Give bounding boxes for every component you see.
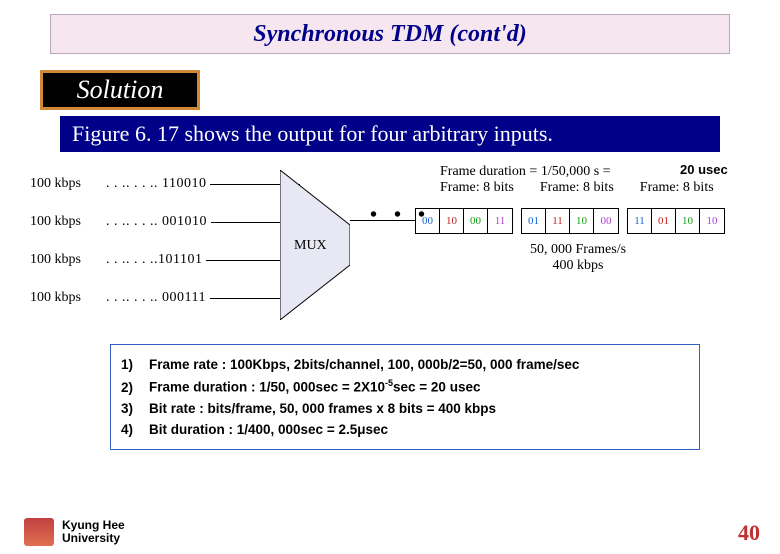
calc-num-3: 3) (121, 401, 149, 416)
calc-text-3: Bit rate : bits/frame, 50, 000 frames x … (149, 401, 496, 416)
f3c3: 10 (676, 209, 700, 233)
f1c4: 11 (488, 209, 512, 233)
footer-text: Kyung Hee University (62, 519, 125, 545)
footer-line-2: University (62, 532, 125, 545)
calc-row-3: 3) Bit rate : bits/frame, 50, 000 frames… (121, 401, 689, 416)
title-text: Synchronous TDM (cont'd) (253, 21, 526, 48)
input-bits-3: . . .. . . ..101101 (106, 252, 202, 268)
tdm-diagram: 100 kbps . . .. . . .. 110010 100 kbps .… (30, 160, 750, 340)
f2c2: 11 (546, 209, 570, 233)
slide-title: Synchronous TDM (cont'd) (50, 14, 730, 54)
input-line-3: 100 kbps . . .. . . ..101101 (30, 252, 296, 268)
f1c3: 00 (464, 209, 488, 233)
output-rate: 50, 000 Frames/s 400 kbps (530, 242, 626, 274)
calc-row-2: 2) Frame duration : 1/50, 000sec = 2X10-… (121, 378, 689, 395)
input-bits-2: . . .. . . .. 001010 (106, 214, 207, 230)
calc-text-1: Frame rate : 100Kbps, 2bits/channel, 100… (149, 357, 579, 372)
frame-bits-1: Frame: 8 bits (440, 180, 514, 196)
f2c1: 01 (522, 209, 546, 233)
calc-num-4: 4) (121, 422, 149, 437)
figure-caption-bar: Figure 6. 17 shows the output for four a… (60, 116, 720, 152)
calc-sup-2: -5 (385, 378, 393, 388)
page-number: 40 (738, 520, 760, 546)
input-line-1: 100 kbps . . .. . . .. 110010 (30, 176, 300, 192)
out-rate-1: 50, 000 Frames/s (530, 242, 626, 258)
frame-3: 11 01 10 10 (627, 208, 725, 234)
input-bits-1: . . .. . . .. 110010 (106, 176, 206, 192)
mux-label: MUX (294, 238, 327, 254)
calc-row-1: 1) Frame rate : 100Kbps, 2bits/channel, … (121, 357, 689, 372)
input-rate-4: 100 kbps (30, 290, 100, 306)
calc-text-2a: Frame duration : 1/50, 000sec = 2X10 (149, 380, 385, 395)
frame-annotation: Frame duration = 1/50,000 s = Frame: 8 b… (440, 164, 714, 196)
f2c3: 10 (570, 209, 594, 233)
input-rate-2: 100 kbps (30, 214, 100, 230)
calc-num-2: 2) (121, 380, 149, 395)
f3c1: 11 (628, 209, 652, 233)
output-frames: 00 10 00 11 01 11 10 00 11 01 10 10 (415, 208, 725, 234)
calc-text-4: Bit duration : 1/400, 000sec = 2.5μsec (149, 422, 388, 437)
calc-row-4: 4) Bit duration : 1/400, 000sec = 2.5μse… (121, 422, 689, 437)
frame-1: 00 10 00 11 (415, 208, 513, 234)
footer: Kyung Hee University (24, 518, 125, 546)
calc-text-2b: sec = 20 usec (393, 380, 480, 395)
input-line-4: 100 kbps . . .. . . .. 000111 (30, 290, 300, 306)
f1c1: 00 (416, 209, 440, 233)
frame-duration-text: Frame duration = 1/50,000 s = (440, 164, 714, 180)
figure-caption: Figure 6. 17 shows the output for four a… (72, 121, 553, 147)
calculations-box: 1) Frame rate : 100Kbps, 2bits/channel, … (110, 344, 700, 450)
university-logo-icon (24, 518, 54, 546)
f2c4: 00 (594, 209, 618, 233)
out-rate-2: 400 kbps (530, 258, 626, 274)
input-bits-4: . . .. . . .. 000111 (106, 290, 206, 306)
solution-label: Solution (77, 75, 164, 105)
title-main: Synchronous TDM (253, 21, 449, 47)
usec-annotation: 20 usec (680, 162, 728, 177)
solution-label-box: Solution (40, 70, 200, 110)
f3c4: 10 (700, 209, 724, 233)
frame-bits-2: Frame: 8 bits (540, 180, 614, 196)
f3c2: 01 (652, 209, 676, 233)
mux-block: MUX (280, 170, 350, 320)
title-contd: (cont'd) (449, 21, 526, 47)
calc-num-1: 1) (121, 357, 149, 372)
input-rate-3: 100 kbps (30, 252, 100, 268)
frame-bits-3: Frame: 8 bits (640, 180, 714, 196)
input-line-2: 100 kbps . . .. . . .. 001010 (30, 214, 301, 230)
frame-2: 01 11 10 00 (521, 208, 619, 234)
input-rate-1: 100 kbps (30, 176, 100, 192)
calc-text-2: Frame duration : 1/50, 000sec = 2X10-5se… (149, 378, 480, 395)
f1c2: 10 (440, 209, 464, 233)
